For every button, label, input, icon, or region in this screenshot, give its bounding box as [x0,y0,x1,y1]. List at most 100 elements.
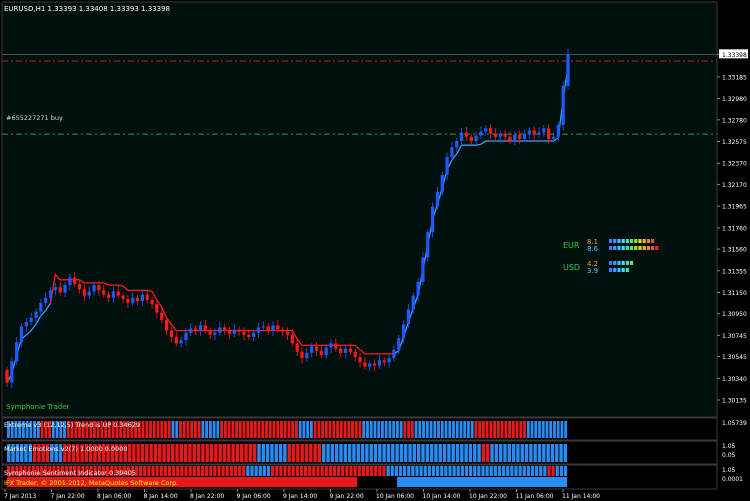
candle-body [551,136,556,139]
panel-bar [412,444,417,462]
panel-bar [511,421,515,438]
time-tick-label: 8 Jan 14:00 [144,493,178,500]
panel-bar [522,466,526,476]
candle-body [343,348,348,353]
strength-cell [609,246,613,250]
panel-bar [546,444,550,462]
panel-bar [194,421,197,438]
panel-bar [229,466,233,476]
panel-bar [352,444,356,462]
strength-cell [625,239,629,243]
panel-bar [543,466,547,476]
price-tick-label: 1.31560 [722,247,747,254]
price-tick-label: 1.30135 [722,398,747,405]
panel-bar [477,444,481,462]
price-tick-label: 1.32370 [722,161,747,168]
candle-body [440,174,444,192]
panel-bar [188,444,192,462]
candle-body [58,287,62,293]
strength-cell [634,246,638,250]
panel-bar [507,444,511,462]
panel-bar [403,421,407,438]
candle-body [368,363,372,367]
panel-bar [171,421,175,438]
panel-bar [304,466,308,476]
panel-bar [196,466,200,476]
panel-bar [261,444,266,462]
time-tick-label: 7 Jan 22:00 [51,493,85,500]
panel-bar [248,444,253,462]
panel-axis-label: 0.0001 [722,476,743,483]
panel-bar [456,466,460,476]
panel-bar [287,466,291,476]
panel-bar [328,421,332,438]
panel-bar [221,466,225,476]
panel-bar [321,421,324,438]
panel-bar [192,466,196,476]
candle-body [479,131,483,136]
panel-bar [425,444,430,462]
panel-bar [378,466,382,476]
panel-bar [322,444,326,462]
panel-bar [354,421,358,438]
panel-bar [366,421,369,438]
panel-bar [490,444,494,462]
strength-cell [642,246,646,250]
panel-bar [418,421,422,438]
panel-bar [231,444,235,462]
panel-bar [555,466,559,476]
panel-bar [535,466,539,476]
panel-bar [160,421,164,438]
time-tick-label: 8 Jan 22:00 [190,493,224,500]
panel-bar [524,444,529,462]
panel-bar [403,466,407,476]
candle-body [155,304,159,313]
panel-bar [347,421,351,438]
panel-bar [498,444,503,462]
panel-bar [271,466,275,476]
panel-bar [143,466,147,476]
panel-bar [365,444,369,462]
chart-canvas[interactable]: EUR 8.18.6USD 4.23.9 1.333981.331851.32980… [0,0,750,501]
panel-bar [283,466,287,476]
candle-body [121,295,125,299]
candle-body [213,332,217,335]
panel-bar [560,421,564,438]
panel-bar [266,466,271,476]
strength-cell [613,239,617,243]
candle-body [48,290,53,298]
panel-bar [170,444,175,462]
panel-bar [422,421,425,438]
panel-bar [444,466,448,476]
strength-cell [609,261,613,265]
panel-bar [477,466,481,476]
panel-bar [467,421,470,438]
panel-bar [362,421,366,438]
candle-body [203,325,207,331]
panel-bar [508,421,511,438]
panel-bar [448,466,452,476]
panel-bar [421,444,425,462]
panel-bar [151,466,155,476]
panel-bar [455,444,460,462]
panel-bar [438,444,442,462]
panel-bar [309,444,313,462]
time-tick-label: 10 Jan 06:00 [376,493,414,500]
panel-bar [374,466,378,476]
main-chart-area[interactable] [1,1,718,418]
candle-body [314,346,319,351]
panel-bar [459,421,463,438]
panel-bar [489,466,493,476]
panel-bar [272,421,276,438]
panel2-title: Market Emotions v2(7) 1.0000 0.0000 [4,445,128,453]
strength-cell [630,261,634,265]
panel-bar [549,421,553,438]
panel-bar [233,466,238,476]
candle-body [498,133,502,137]
panel-bar [295,466,299,476]
panel-bar [190,421,194,438]
candle-body [232,329,236,334]
panel-bar [300,444,304,462]
panel-bar [244,444,248,462]
candle-body [561,85,565,126]
